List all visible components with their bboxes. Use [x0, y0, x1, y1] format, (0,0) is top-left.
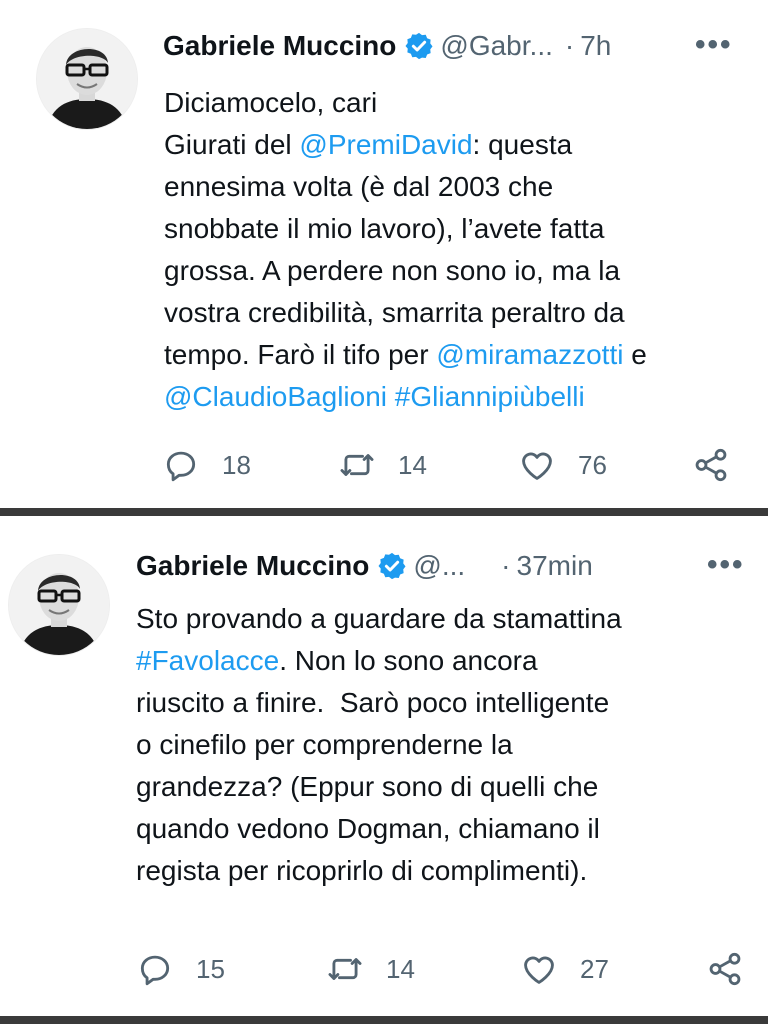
mention-link[interactable]: @miramazzotti: [436, 339, 623, 370]
timestamp[interactable]: 7h: [580, 30, 611, 62]
avatar[interactable]: [36, 28, 138, 130]
share-icon: [709, 952, 741, 986]
more-options-icon[interactable]: •••: [707, 550, 745, 580]
like-count: 27: [580, 953, 609, 984]
reply-button[interactable]: 18: [162, 446, 251, 484]
tweet-header: Gabriele Muccino @... · 37min: [136, 546, 593, 586]
display-name[interactable]: Gabriele Muccino: [163, 30, 396, 62]
tweet-text-segment: [387, 381, 395, 412]
reply-button[interactable]: 15: [136, 950, 225, 988]
mention-link[interactable]: @ClaudioBaglioni: [164, 381, 387, 412]
divider: [0, 1016, 768, 1024]
reply-count: 18: [222, 449, 251, 480]
share-icon: [695, 448, 727, 482]
separator-dot: ·: [501, 550, 511, 581]
reply-icon: [166, 451, 196, 482]
separator-dot: ·: [564, 30, 575, 61]
reply-icon: [140, 955, 170, 986]
handle[interactable]: @...: [413, 550, 465, 582]
retweet-icon: [340, 454, 374, 476]
tweet-text-segment: e: [631, 339, 647, 370]
profile-photo-icon: [9, 555, 109, 655]
tweet-text: Diciamocelo, cari Giurati del @PremiDavi…: [164, 82, 744, 418]
more-options-icon[interactable]: •••: [695, 30, 733, 60]
like-button[interactable]: 27: [520, 950, 609, 988]
hashtag-link[interactable]: #Favolacce: [136, 645, 279, 676]
reply-count: 15: [196, 953, 225, 984]
profile-photo-icon: [37, 29, 137, 129]
like-count: 76: [578, 449, 607, 480]
verified-badge-icon: [378, 552, 406, 580]
verified-badge-icon: [405, 32, 433, 60]
tweet-text-segment: : questa ennesima volta (è dal 2003 che …: [164, 129, 625, 370]
retweet-button[interactable]: 14: [326, 950, 415, 988]
handle[interactable]: @Gabr...: [440, 30, 552, 62]
heart-icon: [522, 452, 552, 480]
display-name[interactable]: Gabriele Muccino: [136, 550, 369, 582]
tweet-text-segment: . Non lo sono ancora riuscito a finire. …: [136, 645, 610, 886]
retweet-count: 14: [398, 449, 427, 480]
tweet-card[interactable]: Gabriele Muccino @Gabr... · 7h ••• Dicia…: [0, 0, 768, 508]
share-button[interactable]: [706, 950, 744, 988]
tweet-text-segment: Sto provando a guardare da stamattina: [136, 603, 622, 634]
heart-icon: [524, 956, 554, 984]
like-button[interactable]: 76: [518, 446, 607, 484]
retweet-count: 14: [386, 953, 415, 984]
retweet-button[interactable]: 14: [338, 446, 427, 484]
tweet-card[interactable]: Gabriele Muccino @... · 37min ••• Sto pr…: [0, 516, 768, 1016]
tweet-header: Gabriele Muccino @Gabr... · 7h: [163, 26, 611, 66]
timestamp[interactable]: 37min: [517, 550, 593, 582]
avatar[interactable]: [8, 554, 110, 656]
tweet-text: Sto provando a guardare da stamattina #F…: [136, 598, 756, 892]
hashtag-link[interactable]: #Gliannipiùbelli: [395, 381, 585, 412]
divider: [0, 508, 768, 516]
share-button[interactable]: [692, 446, 730, 484]
mention-link[interactable]: @PremiDavid: [299, 129, 472, 160]
retweet-icon: [328, 958, 362, 980]
